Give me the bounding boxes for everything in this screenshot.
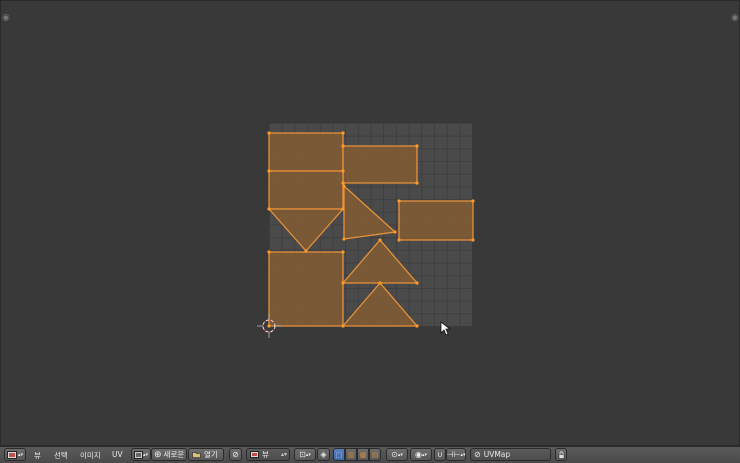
uv-face-triangle-right: [343, 185, 396, 240]
select-mode-vertex[interactable]: ⬚: [333, 448, 345, 461]
snap-element-icon: ⊣⊢: [446, 450, 461, 459]
uv-map-value: UVMap: [483, 450, 511, 459]
uv-face-triangle-up-lower: [342, 282, 418, 327]
uv-image-editor-icon: [6, 450, 17, 459]
menu-select[interactable]: 선택: [54, 450, 68, 461]
pin-icon: ⊘: [232, 450, 239, 459]
uv-face-rect-top-left: [268, 132, 344, 172]
image-browse-icon: [133, 450, 143, 459]
pivot-select[interactable]: ⊡ ▴▾: [294, 448, 316, 461]
snap-toggle[interactable]: ∪: [434, 448, 446, 461]
mouse-pointer-icon: [440, 321, 452, 336]
face-select-icon: ▦: [359, 450, 367, 459]
sticky-select-mode[interactable]: ⊙ ▴▾: [386, 448, 408, 461]
edge-select-icon: ▥: [347, 450, 355, 459]
lock-toggle[interactable]: [555, 448, 567, 461]
plus-icon: ⊕: [154, 449, 162, 460]
lock-icon: [558, 450, 564, 459]
chevron-updown-icon: ▴▾: [280, 451, 287, 458]
select-mode-edge[interactable]: ▥: [345, 448, 357, 461]
menu-view[interactable]: 뷰: [34, 450, 41, 461]
folder-icon: [192, 452, 201, 458]
select-mode-face[interactable]: ▦: [357, 448, 369, 461]
image-browse-button[interactable]: ▴▾: [131, 448, 151, 461]
uv-editor-header: ▴▾ 뷰 선택 이미지 UV ▴▾ ⊕ 새로운 열기 ⊘ 뷰 ▴▾ ⊡ ▴▾ ◈…: [0, 446, 740, 463]
2d-cursor-icon[interactable]: [256, 313, 282, 339]
uv-editor-viewport[interactable]: ◉ ◉: [0, 0, 740, 446]
image-open-button[interactable]: 열기: [188, 448, 224, 461]
uv-map-select[interactable]: ⊘ UVMap: [470, 448, 551, 461]
image-pin-button[interactable]: ⊘: [229, 448, 242, 461]
sticky-mode-icon: ⊙: [391, 450, 398, 459]
menu-uv[interactable]: UV: [112, 450, 123, 459]
magnet-icon: ∪: [437, 450, 443, 459]
uv-face-rect-right: [398, 200, 474, 241]
pivot-icon: ⊡: [299, 450, 306, 459]
uv-face-triangle-down: [268, 208, 344, 252]
image-new-label: 새로운: [163, 450, 185, 459]
image-open-label: 열기: [204, 450, 218, 459]
island-select-icon: ▤: [371, 450, 379, 459]
uv-face-rect-left-second: [268, 170, 344, 210]
menu-image[interactable]: 이미지: [80, 450, 101, 461]
view-mode-icon: [250, 451, 259, 458]
proportional-edit-icon: ◉: [414, 450, 422, 459]
snap-element-select[interactable]: ⊣⊢ ▴▾: [446, 448, 466, 461]
uv-face-triangle-up-upper: [342, 239, 418, 284]
proportional-edit-select[interactable]: ◉ ▴▾: [410, 448, 432, 461]
image-new-button[interactable]: ⊕ 새로운: [151, 448, 187, 461]
uv-islands[interactable]: [1, 1, 740, 447]
sync-icon: ◈: [320, 450, 327, 459]
view-mode-select[interactable]: 뷰 ▴▾: [246, 448, 290, 461]
view-mode-value: 뷰: [262, 450, 269, 459]
uv-map-icon: ⊘: [474, 450, 481, 459]
select-mode-island[interactable]: ▤: [369, 448, 381, 461]
uv-face-rect-top-middle: [342, 145, 418, 184]
sync-selection-toggle[interactable]: ◈: [317, 448, 330, 461]
editor-type-button[interactable]: ▴▾: [4, 448, 26, 461]
vertex-select-icon: ⬚: [335, 450, 343, 459]
